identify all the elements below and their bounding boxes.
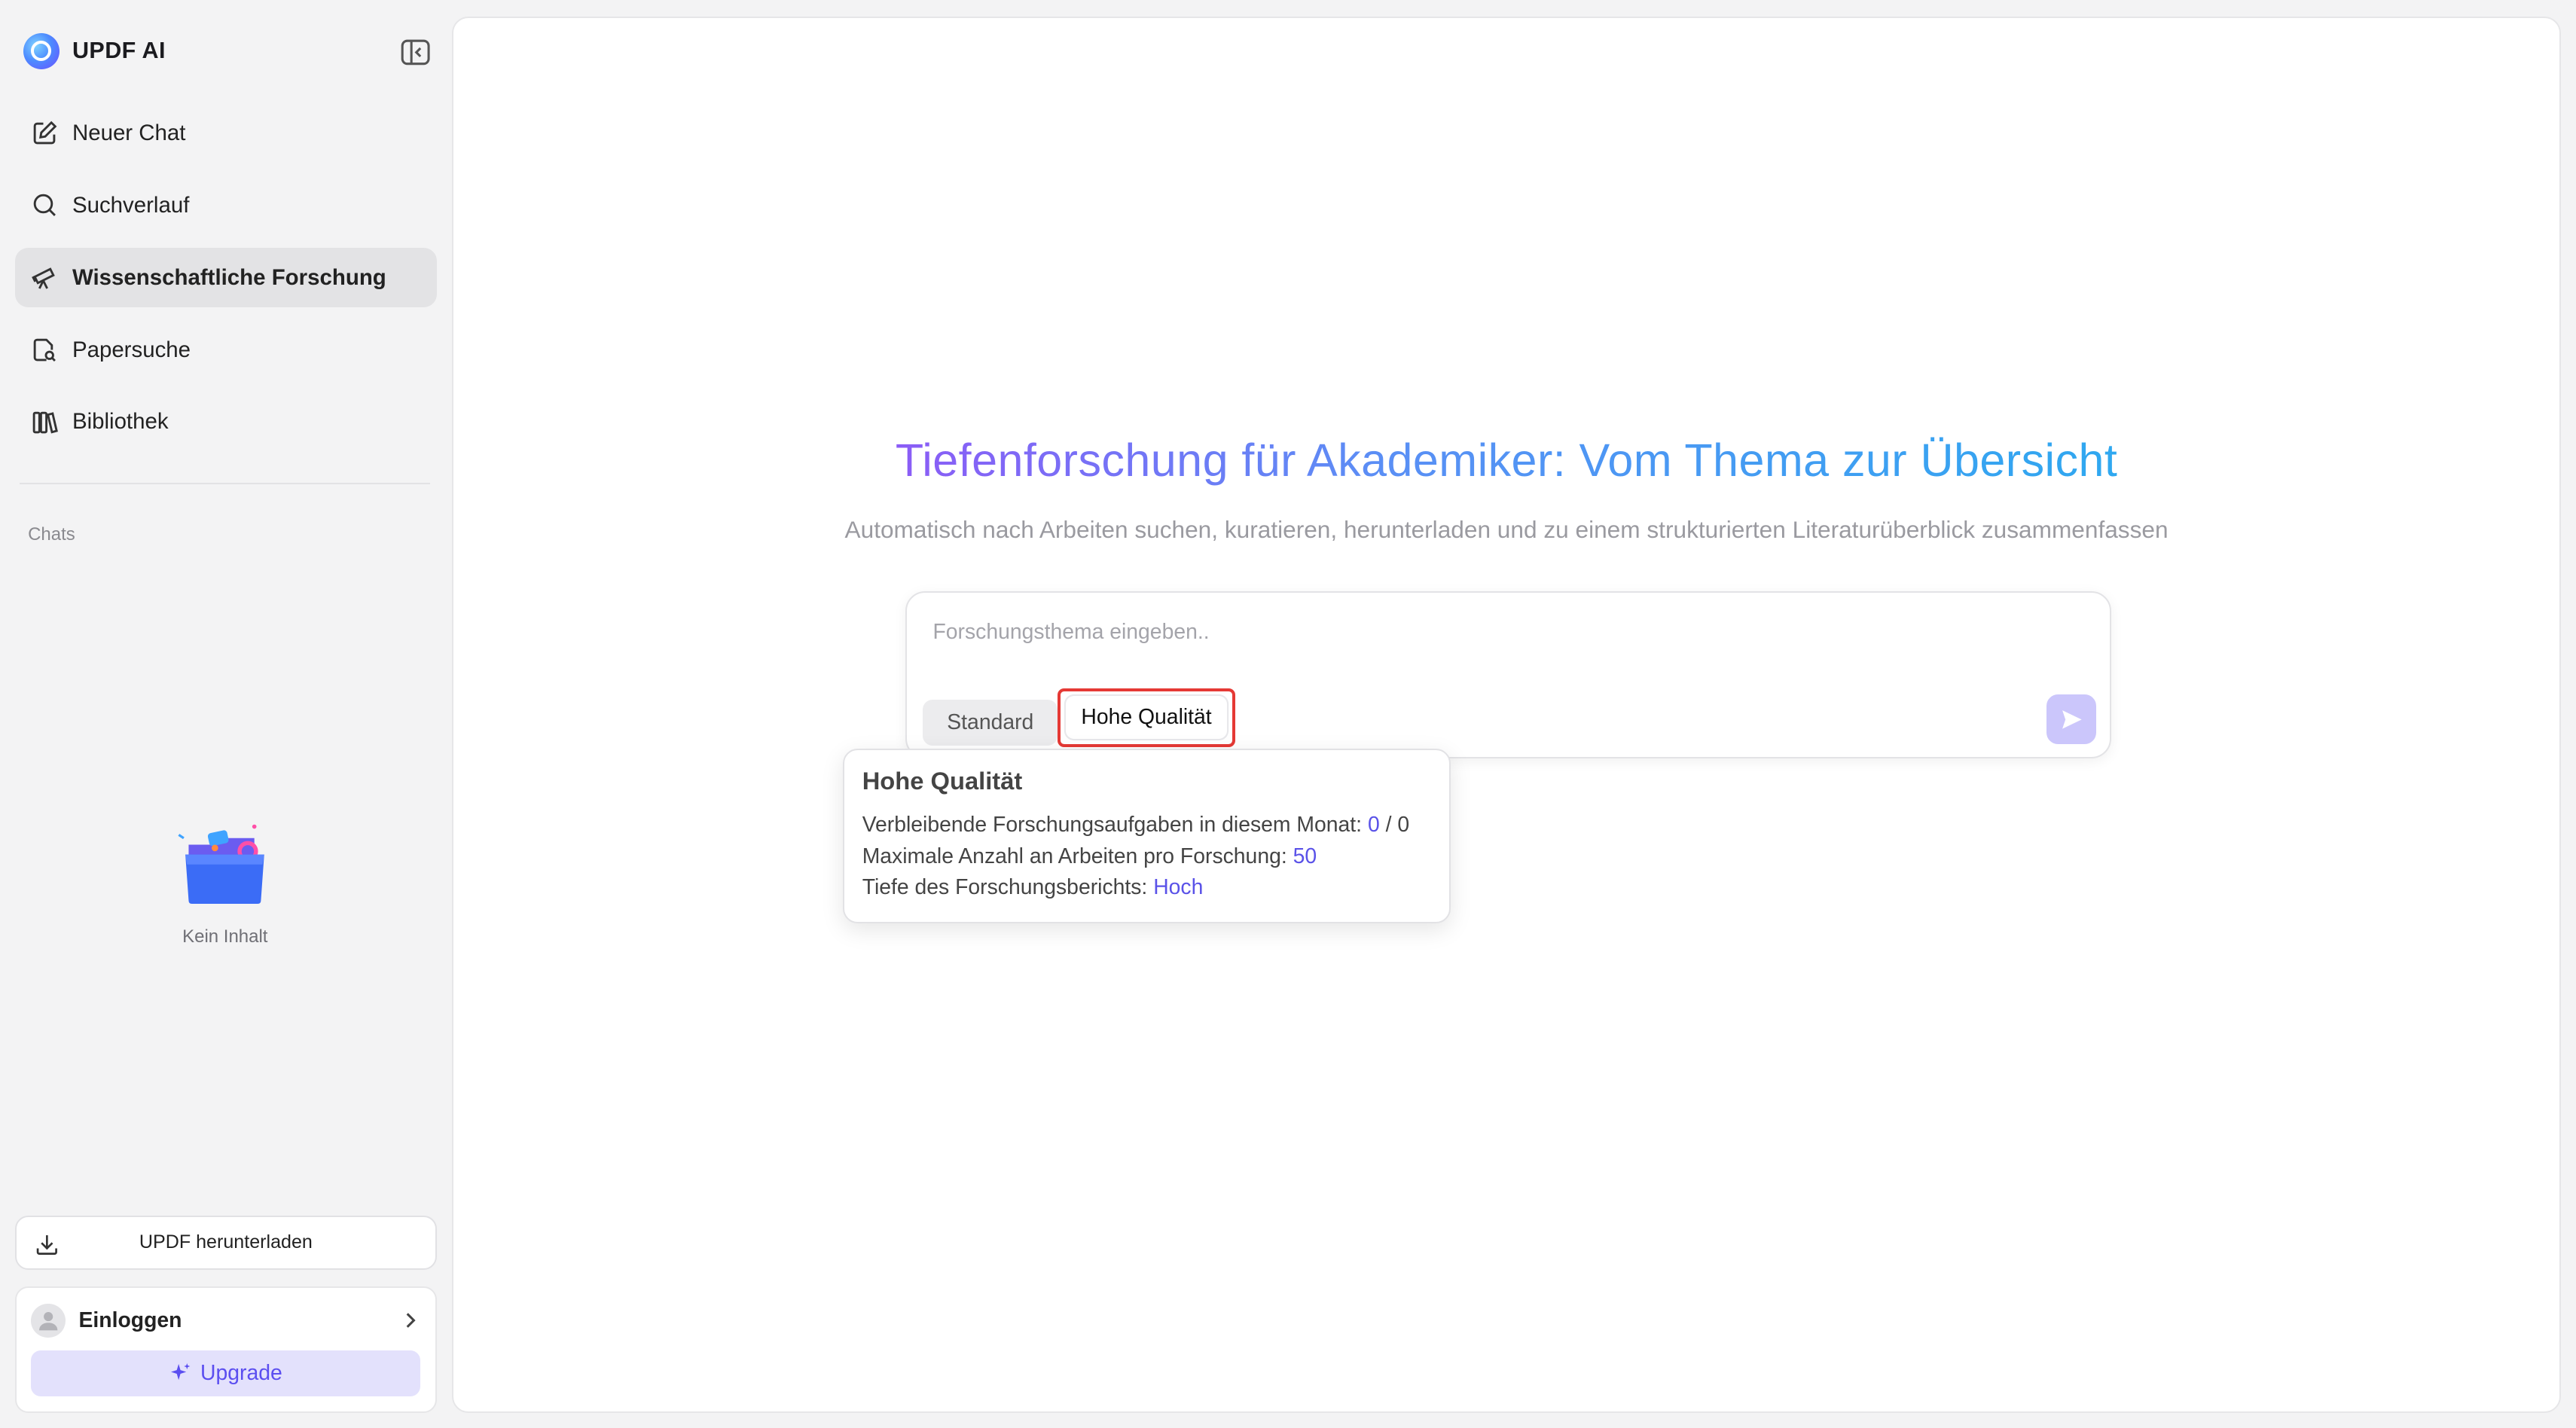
remaining-separator: / — [1385, 813, 1392, 838]
account-card: Einloggen Upgrade — [14, 1286, 438, 1413]
empty-state-text: Kein Inhalt — [182, 926, 268, 947]
research-input-box: Standard Hohe Qualität — [905, 591, 2111, 759]
sidebar: UPDF AI Neuer Chat Suchverlauf Wissensch… — [0, 0, 450, 1427]
sidebar-divider — [20, 483, 431, 485]
telescope-icon — [32, 267, 56, 289]
chats-section-label: Chats — [28, 523, 75, 545]
sidebar-item-label: Wissenschaftliche Forschung — [72, 264, 386, 290]
tooltip-title: Hohe Qualität — [862, 767, 1023, 795]
upgrade-label: Upgrade — [200, 1360, 282, 1385]
sidebar-collapse-icon[interactable] — [401, 39, 430, 66]
sidebar-item-research[interactable]: Wissenschaftliche Forschung — [14, 248, 438, 307]
edit-icon — [34, 121, 57, 145]
library-icon — [33, 411, 59, 434]
remaining-used-value: 0 — [1367, 813, 1380, 838]
research-topic-input[interactable] — [929, 614, 2070, 651]
avatar — [31, 1303, 66, 1338]
remaining-label: Verbleibende Forschungsaufgaben in diese… — [862, 813, 1363, 838]
download-button-label: UPDF herunterladen — [139, 1231, 313, 1253]
page-subtitle: Automatisch nach Arbeiten suchen, kurati… — [844, 515, 2169, 543]
mode-standard-button[interactable]: Standard — [923, 699, 1058, 746]
updf-logo-icon — [23, 32, 60, 69]
sidebar-nav: Neuer Chat Suchverlauf Wissenschaftliche… — [14, 103, 438, 465]
sidebar-item-label: Bibliothek — [72, 409, 169, 435]
remaining-total-value: 0 — [1397, 813, 1410, 838]
max-papers-label: Maximale Anzahl an Arbeiten pro Forschun… — [862, 844, 1287, 868]
depth-label: Tiefe des Forschungsberichts: — [862, 875, 1148, 900]
user-icon — [38, 1312, 58, 1331]
tooltip-remaining-tasks: Verbleibende Forschungsaufgaben in diese… — [862, 813, 1409, 838]
mode-high-quality-label: Hohe Qualität — [1066, 696, 1227, 740]
tooltip-max-papers: Maximale Anzahl an Arbeiten pro Forschun… — [862, 844, 1317, 869]
login-label: Einloggen — [78, 1307, 182, 1332]
mode-high-quality-button[interactable]: Hohe Qualität — [1058, 688, 1235, 748]
sidebar-item-label: Suchverlauf — [72, 192, 190, 218]
chevron-right-icon — [406, 1313, 416, 1329]
login-button[interactable]: Einloggen — [31, 1302, 420, 1338]
download-icon — [36, 1234, 57, 1255]
brand[interactable]: UPDF AI — [23, 32, 166, 69]
send-icon — [2062, 709, 2082, 729]
sidebar-item-new-chat[interactable]: Neuer Chat — [15, 103, 438, 163]
sidebar-item-label: Neuer Chat — [72, 120, 186, 145]
sidebar-item-history[interactable]: Suchverlauf — [15, 175, 438, 235]
download-updf-button[interactable]: UPDF herunterladen — [14, 1216, 438, 1270]
high-quality-tooltip: Hohe Qualität Verbleibende Forschungsauf… — [842, 749, 1451, 923]
empty-folder-icon — [178, 824, 265, 904]
upgrade-button[interactable]: Upgrade — [31, 1350, 421, 1396]
search-icon — [34, 194, 56, 217]
main-panel: Tiefenforschung für Akademiker: Vom Them… — [451, 16, 2562, 1413]
send-button[interactable] — [2046, 694, 2096, 744]
brand-name: UPDF AI — [72, 38, 166, 64]
page-title: Tiefenforschung für Akademiker: Vom Them… — [453, 434, 2560, 487]
tooltip-report-depth: Tiefe des Forschungsberichts: Hoch — [862, 875, 1204, 900]
sidebar-item-label: Papersuche — [72, 337, 191, 362]
sparkle-icon — [170, 1363, 190, 1381]
sidebar-item-library[interactable]: Bibliothek — [15, 392, 438, 452]
max-papers-value: 50 — [1293, 844, 1317, 868]
document-search-icon — [34, 338, 56, 362]
depth-value: Hoch — [1153, 875, 1204, 900]
sidebar-item-paper-search[interactable]: Papersuche — [15, 320, 438, 380]
app-window: UPDF AI Neuer Chat Suchverlauf Wissensch… — [0, 0, 2576, 1427]
page-title-text: Tiefenforschung für Akademiker: Vom Them… — [895, 434, 2118, 486]
empty-state: Kein Inhalt — [0, 822, 450, 948]
